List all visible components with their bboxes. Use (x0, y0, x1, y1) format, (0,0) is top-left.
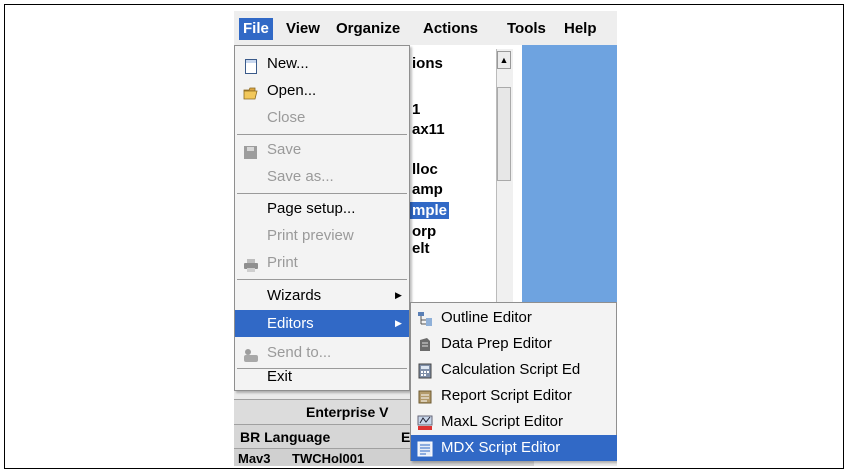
menu-item-send-to[interactable]: Send to... (235, 339, 409, 366)
list-item[interactable]: 1 (412, 101, 420, 118)
menu-item-calc-script-editor-label: Calculation Script Ed (441, 361, 581, 378)
menu-item-maxl-script-editor[interactable]: MaxL Script Editor (411, 409, 617, 435)
menu-organize[interactable]: Organize (332, 18, 404, 40)
menu-item-page-setup[interactable]: Page setup... (235, 195, 409, 222)
send-to-icon (243, 345, 259, 362)
menu-help[interactable]: Help (560, 18, 601, 40)
menu-item-mdx-script-editor-label: MDX Script Editor (441, 439, 561, 456)
report-icon (417, 388, 433, 404)
list-item[interactable]: elt (412, 240, 430, 257)
menu-item-print-preview-label: Print preview (267, 227, 354, 244)
menu-bar: File View Organize Actions Tools Help (234, 11, 617, 46)
menu-item-close[interactable]: Close (235, 104, 409, 131)
menu-tools[interactable]: Tools (503, 18, 550, 40)
list-item-selected[interactable]: mple (410, 202, 450, 219)
menu-item-calc-script-editor[interactable]: Calculation Script Ed (411, 357, 617, 383)
menu-item-mdx-script-editor[interactable]: MDX Script Editor (411, 435, 617, 461)
menu-item-print-label: Print (267, 254, 298, 271)
data-prep-icon (417, 336, 433, 352)
menu-file[interactable]: File (239, 18, 273, 40)
list-item[interactable]: ax11 (412, 121, 445, 138)
menu-view[interactable]: View (282, 18, 324, 40)
list-item[interactable]: amp (412, 181, 443, 198)
list-item[interactable]: orp (412, 223, 436, 240)
calculator-icon (417, 362, 433, 379)
menu-item-editors[interactable]: Editors ▶ (235, 310, 409, 337)
submenu-arrow-icon: ▶ (395, 290, 402, 300)
menu-item-editors-label: Editors (267, 315, 314, 332)
tab-e[interactable]: E (401, 429, 410, 445)
maxl-icon (417, 414, 433, 430)
folder-open-icon (243, 83, 259, 100)
menu-item-new-label: New... (267, 55, 309, 72)
menu-item-save-as-label: Save as... (267, 168, 334, 185)
menu-item-print[interactable]: Print (235, 249, 409, 276)
outline-tree-icon (417, 310, 433, 326)
menu-item-exit[interactable]: Exit (235, 364, 409, 390)
menu-item-data-prep-editor-label: Data Prep Editor (441, 335, 552, 352)
editors-submenu: Outline Editor Data Prep Editor Calculat… (410, 302, 617, 461)
menu-actions[interactable]: Actions (419, 18, 482, 40)
menu-item-save-as[interactable]: Save as... (235, 163, 409, 190)
menu-item-outline-editor[interactable]: Outline Editor (411, 305, 617, 331)
menu-item-save[interactable]: Save (235, 136, 409, 163)
menu-item-open-label: Open... (267, 82, 317, 99)
list-item[interactable]: lloc (412, 161, 438, 178)
menu-item-report-script-editor-label: Report Script Editor (441, 387, 572, 404)
printer-icon (243, 255, 259, 272)
menu-item-save-label: Save (267, 141, 302, 158)
submenu-arrow-icon: ▶ (395, 318, 402, 328)
tab-enterprise-view[interactable]: Enterprise V (306, 404, 388, 420)
menu-item-data-prep-editor[interactable]: Data Prep Editor (411, 331, 617, 357)
menu-item-open[interactable]: Open... (235, 77, 409, 104)
tab-mav3[interactable]: Mav3 (238, 451, 271, 466)
scroll-thumb[interactable] (497, 87, 511, 181)
menu-item-outline-editor-label: Outline Editor (441, 309, 532, 326)
app-window: File View Organize Actions Tools Help io… (234, 11, 617, 466)
menu-item-maxl-script-editor-label: MaxL Script Editor (441, 413, 563, 430)
tab-br-language[interactable]: BR Language (240, 429, 330, 445)
file-menu: New... Open... Close Save Save as... Pag… (234, 45, 410, 391)
save-disk-icon (243, 142, 259, 159)
menu-item-wizards-label: Wizards (267, 287, 322, 304)
list-item[interactable]: ions (412, 55, 443, 72)
menu-item-wizards[interactable]: Wizards ▶ (235, 282, 409, 309)
menu-item-close-label: Close (267, 109, 306, 126)
menu-item-send-to-label: Send to... (267, 344, 332, 361)
menu-separator (237, 279, 407, 280)
menu-separator (237, 134, 407, 135)
menu-separator (237, 193, 407, 194)
new-file-icon (243, 56, 259, 74)
tab-twchol001[interactable]: TWCHol001 (292, 451, 364, 466)
menu-item-page-setup-label: Page setup... (267, 200, 356, 217)
mdx-script-icon (417, 440, 433, 457)
menu-item-print-preview[interactable]: Print preview (235, 222, 409, 249)
menu-item-new[interactable]: New... (235, 50, 409, 77)
scroll-up-button[interactable]: ▲ (497, 51, 511, 69)
menu-item-exit-label: Exit (267, 368, 293, 385)
menu-item-report-script-editor[interactable]: Report Script Editor (411, 383, 617, 409)
